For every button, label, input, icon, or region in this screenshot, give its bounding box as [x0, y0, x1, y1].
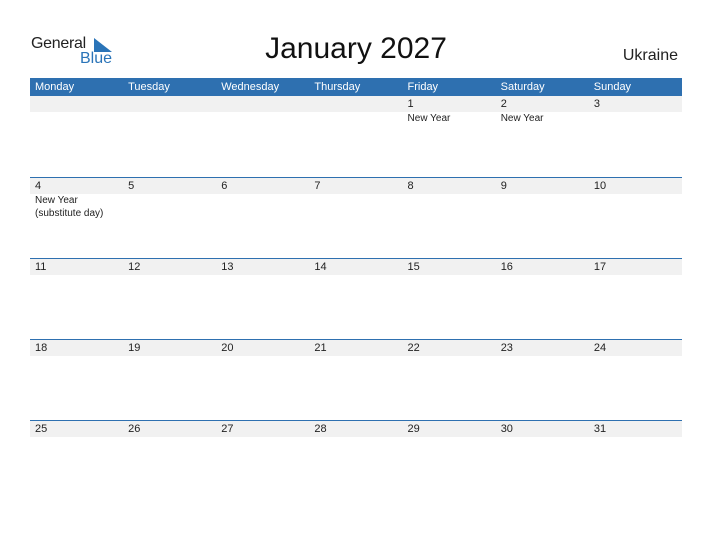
day-number: 8	[407, 180, 414, 192]
day-cell: 17	[589, 259, 682, 340]
day-cell: 31	[589, 421, 682, 502]
day-cell: 29	[403, 421, 496, 502]
week-row: 4 New Year (substitute day) 5 6 7 8 9 10	[30, 177, 682, 259]
day-number: 5	[128, 180, 135, 192]
day-cell	[309, 96, 402, 177]
day-number: 3	[593, 98, 600, 110]
day-cell: 8	[403, 178, 496, 259]
weekday-friday: Friday	[407, 81, 439, 93]
day-number: 14	[314, 261, 327, 273]
day-number	[314, 96, 402, 112]
day-cell: 6	[216, 178, 309, 259]
day-cell: 7	[309, 178, 402, 259]
day-number: 11	[35, 261, 47, 273]
day-cell: 19	[123, 340, 216, 421]
day-cell: 10	[589, 178, 682, 259]
day-number: 27	[221, 423, 234, 435]
day-number	[128, 96, 216, 112]
day-cell: 1 New Year	[403, 96, 496, 177]
day-number: 30	[500, 423, 513, 435]
day-cell	[123, 96, 216, 177]
country-label: Ukraine	[622, 47, 678, 64]
day-number: 13	[221, 261, 234, 273]
day-number: 21	[314, 342, 327, 354]
weekday-tuesday: Tuesday	[128, 81, 170, 93]
weekday-header: Monday Tuesday Wednesday Thursday Friday…	[30, 78, 682, 96]
week-row: 11 12 13 14 15 16 17	[30, 258, 682, 340]
day-number: 4	[35, 180, 42, 192]
day-cell: 30	[496, 421, 589, 502]
day-cell: 13	[216, 259, 309, 340]
day-cell	[30, 96, 123, 177]
day-cell: 14	[309, 259, 402, 340]
day-number: 20	[221, 342, 234, 354]
day-number: 9	[500, 180, 507, 192]
day-number: 23	[500, 342, 513, 354]
day-cell: 12	[123, 259, 216, 340]
day-cell: 20	[216, 340, 309, 421]
day-number: 22	[407, 342, 420, 354]
weekday-monday: Monday	[35, 81, 75, 93]
day-number: 25	[35, 423, 48, 435]
day-cell: 2 New Year	[496, 96, 589, 177]
week-row: 25 26 27 28 29 30 31	[30, 420, 682, 502]
day-cell: 24	[589, 340, 682, 421]
day-cell: 18	[30, 340, 123, 421]
day-number: 12	[128, 261, 141, 273]
day-number: 19	[128, 342, 141, 354]
day-cell: 9	[496, 178, 589, 259]
day-cell: 11	[30, 259, 123, 340]
day-number	[221, 96, 309, 112]
week-row: 18 19 20 21 22 23 24	[30, 339, 682, 421]
weekday-sunday: Sunday	[593, 81, 632, 93]
day-number: 10	[593, 180, 607, 192]
day-number: 17	[593, 261, 607, 273]
day-cell: 5	[123, 178, 216, 259]
day-cell: 16	[496, 259, 589, 340]
day-number: 16	[500, 261, 513, 273]
day-cell: 28	[309, 421, 402, 502]
page-title: January 2027	[265, 32, 447, 65]
day-cell: 15	[403, 259, 496, 340]
day-cell: 4 New Year (substitute day)	[30, 178, 123, 259]
day-cell: 3	[589, 96, 682, 177]
weekday-wednesday: Wednesday	[221, 81, 280, 93]
holiday-label: New Year	[407, 113, 451, 124]
day-number: 28	[314, 423, 327, 435]
holiday-label: New Year (substitute day)	[35, 195, 104, 219]
week-row: 1 New Year 2 New Year 3	[30, 96, 682, 177]
weekday-thursday: Thursday	[314, 81, 361, 93]
weekday-saturday: Saturday	[500, 81, 545, 93]
day-cell: 23	[496, 340, 589, 421]
day-number: 24	[593, 342, 607, 354]
day-cell: 21	[309, 340, 402, 421]
day-number: 6	[221, 180, 228, 192]
day-cell: 26	[123, 421, 216, 502]
day-number	[35, 96, 123, 112]
day-number: 2	[500, 98, 507, 110]
holiday-label: New Year	[500, 113, 544, 124]
day-number: 7	[314, 180, 321, 192]
day-cell: 22	[403, 340, 496, 421]
day-cell: 25	[30, 421, 123, 502]
day-number: 18	[35, 342, 48, 354]
day-number: 1	[407, 98, 414, 110]
day-number: 26	[128, 423, 141, 435]
day-number: 29	[407, 423, 420, 435]
day-number: 31	[593, 423, 607, 435]
day-number: 15	[407, 261, 420, 273]
day-cell	[216, 96, 309, 177]
day-cell: 27	[216, 421, 309, 502]
